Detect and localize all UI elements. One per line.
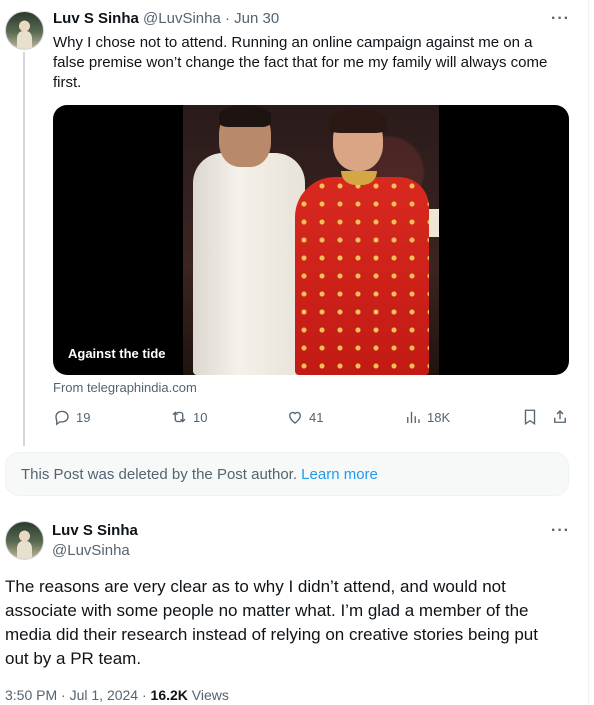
tweet-text: Why I chose not to attend. Running an on… — [53, 34, 548, 91]
repost-button[interactable]: 10 — [170, 408, 207, 426]
more-options-icon[interactable]: ··· — [551, 10, 570, 28]
like-count: 41 — [309, 409, 324, 425]
avatar[interactable] — [5, 11, 44, 50]
avatar[interactable] — [5, 521, 44, 560]
tweet-header: Luv S Sinha @LuvSinha · Jun 30 — [53, 10, 279, 27]
tweet-meta: 3:50 PM · Jul 1, 2024 · 16.2K Views — [5, 687, 229, 703]
tweet-date[interactable]: Jun 30 — [234, 10, 279, 27]
views-button[interactable]: 18K — [404, 408, 450, 426]
heart-icon — [289, 411, 301, 424]
more-options-icon[interactable]: ··· — [551, 522, 570, 540]
like-button[interactable]: 41 — [286, 408, 323, 426]
card-source[interactable]: From telegraphindia.com — [53, 380, 197, 395]
share-icon — [554, 410, 566, 423]
bookmark-button[interactable] — [521, 408, 539, 426]
display-name[interactable]: Luv S Sinha — [52, 522, 138, 539]
views-label: Views — [191, 687, 229, 703]
handle[interactable]: @LuvSinha — [143, 10, 221, 27]
reply-count: 19 — [76, 409, 91, 425]
thread-connector — [23, 52, 25, 446]
card-caption: Against the tide — [68, 346, 166, 361]
separator: · — [224, 10, 230, 27]
learn-more-link[interactable]: Learn more — [301, 466, 378, 483]
analytics-icon — [407, 411, 420, 423]
bookmark-icon — [524, 409, 536, 426]
tweet-time[interactable]: 3:50 PM — [5, 687, 57, 703]
repost-count: 10 — [193, 409, 208, 425]
deleted-notice-text: This Post was deleted by the Post author… — [21, 465, 297, 483]
tweet-text: The reasons are very clear as to why I d… — [5, 577, 538, 668]
view-count: 18K — [427, 409, 451, 425]
reply-icon — [55, 410, 69, 426]
deleted-post-notice: This Post was deleted by the Post author… — [5, 452, 569, 496]
share-button[interactable] — [551, 408, 569, 426]
repost-icon — [172, 411, 186, 423]
right-border — [588, 0, 589, 705]
reply-button[interactable]: 19 — [53, 408, 90, 426]
handle[interactable]: @LuvSinha — [52, 542, 130, 559]
view-count: 16.2K — [150, 687, 188, 703]
card-photo — [183, 105, 439, 375]
display-name[interactable]: Luv S Sinha — [53, 10, 139, 27]
link-card-image[interactable]: Against the tide — [53, 105, 569, 375]
tweet-date[interactable]: Jul 1, 2024 — [70, 687, 139, 703]
